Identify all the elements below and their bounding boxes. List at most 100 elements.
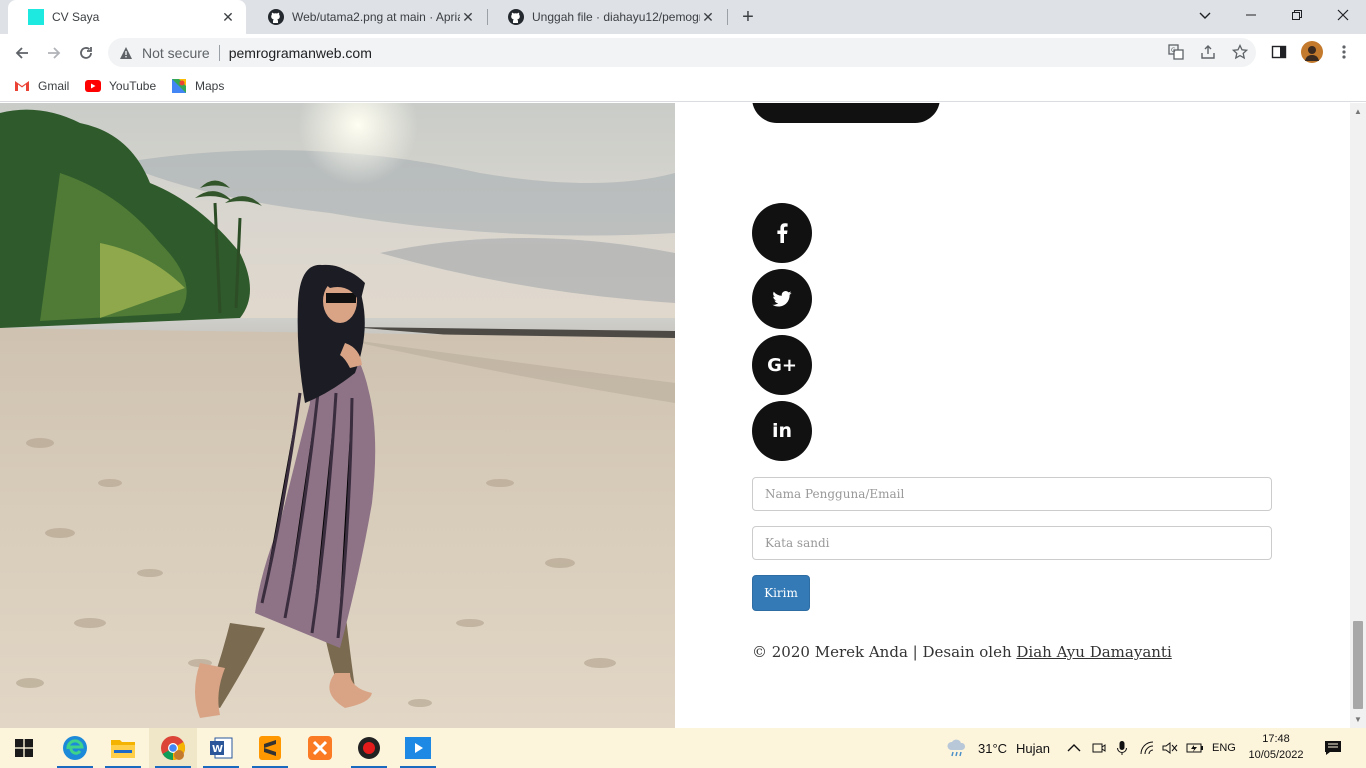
language-indicator[interactable]: ENG [1212,728,1236,768]
bookmark-gmail[interactable]: Gmail [14,77,69,95]
scroll-up-icon[interactable]: ▲ [1350,104,1366,118]
tab-github-unggah[interactable]: Unggah file · diahayu12/pemograman ✕ [488,0,726,34]
volume-button[interactable] [1162,728,1178,768]
address-bar[interactable]: Not secure pemrogramanweb.com [108,38,1256,67]
taskbar-chrome[interactable] [149,728,197,768]
author-link[interactable]: Diah Ayu Damayanti [1016,643,1171,661]
battery-button[interactable] [1186,728,1204,768]
bookmark-youtube[interactable]: YouTube [85,77,156,95]
maps-icon [171,78,187,94]
taskbar-xampp[interactable] [296,728,344,768]
weather-widget[interactable]: 31°C Hujan [946,728,1050,768]
windows-taskbar: W 31°C Hujan ENG 17:48 10/05/2022 [0,728,1366,768]
close-window-button[interactable] [1320,0,1366,30]
linkedin-icon: in [771,420,793,442]
microphone-button[interactable] [1116,728,1128,768]
back-button[interactable] [8,39,36,67]
start-button[interactable] [0,728,48,768]
translate-button[interactable]: G [1165,41,1187,63]
clock-date: 10/05/2022 [1248,749,1304,761]
bookmark-star-button[interactable] [1229,41,1251,63]
profile-photo [0,103,675,728]
weather-condition: Hujan [1016,740,1051,756]
edge-icon [63,736,87,760]
close-icon [1337,9,1349,21]
svg-text:W: W [212,744,223,755]
tab-title: Unggah file · diahayu12/pemograman [532,10,700,24]
more-vert-icon [1342,45,1346,59]
meet-now-button[interactable] [1092,728,1106,768]
scrollbar-thumb[interactable] [1353,621,1363,709]
rain-cloud-icon [947,739,966,757]
page-scrollbar[interactable]: ▲ ▼ [1350,103,1366,728]
linkedin-button[interactable]: in [752,401,812,461]
facebook-button[interactable] [752,203,812,263]
tab-github-utama2[interactable]: Web/utama2.png at main · Apriani ✕ [248,0,486,34]
bookmark-label: YouTube [109,79,157,93]
submit-button[interactable]: Kirim [752,575,810,611]
warning-icon[interactable] [118,45,134,61]
footer-text: © 2020 Merek Anda | Desain oleh [752,643,1017,661]
tab-cv-saya[interactable]: CV Saya ✕ [8,0,246,34]
taskbar-recorder[interactable] [345,728,393,768]
star-icon [1232,44,1248,60]
password-input[interactable] [752,526,1272,560]
svg-text:G: G [1171,47,1176,54]
minimize-button[interactable] [1228,0,1274,30]
github-icon [268,9,284,25]
bookmark-label: Gmail [38,79,70,93]
share-icon [1201,45,1215,59]
tab-strip: CV Saya ✕ Web/utama2.png at main · Apria… [0,0,1366,34]
close-tab-icon[interactable]: ✕ [460,9,476,25]
taskbar-word[interactable]: W [197,728,245,768]
share-button[interactable] [1197,41,1219,63]
battery-charging-icon [1186,743,1203,753]
restore-button[interactable] [1274,0,1320,30]
wifi-icon [1140,741,1154,755]
divider [218,44,220,61]
microphone-icon [1117,741,1127,755]
taskbar-sublime[interactable] [246,728,294,768]
twitter-icon [772,291,792,307]
tab-title: Web/utama2.png at main · Apriani [292,10,460,24]
bookmark-maps[interactable]: Maps [171,77,224,95]
reload-button[interactable] [72,39,100,67]
web-page: G+ in Kirim © 2020 Merek Anda | Desain o… [0,103,1350,728]
side-panel-button[interactable] [1268,41,1290,63]
show-hidden-icons-button[interactable] [1067,728,1081,768]
tab-search-button[interactable] [1182,0,1228,30]
close-tab-icon[interactable]: ✕ [220,9,236,25]
facebook-icon [777,223,788,243]
url-text[interactable]: pemrogramanweb.com [229,45,372,61]
close-tab-icon[interactable]: ✕ [700,9,716,25]
github-icon [508,9,524,25]
network-button[interactable] [1139,728,1155,768]
weather-temp: 31°C [978,740,1008,756]
language-label: ENG [1212,742,1236,754]
taskbar-file-explorer[interactable] [99,728,147,768]
twitter-button[interactable] [752,269,812,329]
side-panel-icon [1271,45,1287,59]
chevron-up-icon [1067,744,1081,752]
taskbar-video-editor[interactable] [394,728,442,768]
sublime-text-icon [259,736,281,760]
profile-avatar[interactable] [1301,41,1323,63]
forward-button[interactable] [40,39,68,67]
google-plus-button[interactable]: G+ [752,335,812,395]
bookmarks-bar: Gmail YouTube Maps [0,71,1366,102]
taskbar-edge[interactable] [51,728,99,768]
clock-time: 17:48 [1262,733,1290,745]
notification-icon [1325,741,1341,755]
browser-menu-button[interactable] [1333,41,1355,63]
cv-download-button[interactable] [752,103,940,123]
youtube-icon [85,78,101,94]
avatar-icon [1301,41,1323,63]
notifications-button[interactable] [1324,728,1342,768]
new-tab-button[interactable]: + [736,5,760,29]
reload-icon [80,47,92,59]
scroll-down-icon[interactable]: ▼ [1350,712,1366,726]
username-email-input[interactable] [752,477,1272,511]
folder-icon [111,740,135,758]
clock[interactable]: 17:48 10/05/2022 [1240,731,1312,763]
security-label[interactable]: Not secure [142,45,210,61]
